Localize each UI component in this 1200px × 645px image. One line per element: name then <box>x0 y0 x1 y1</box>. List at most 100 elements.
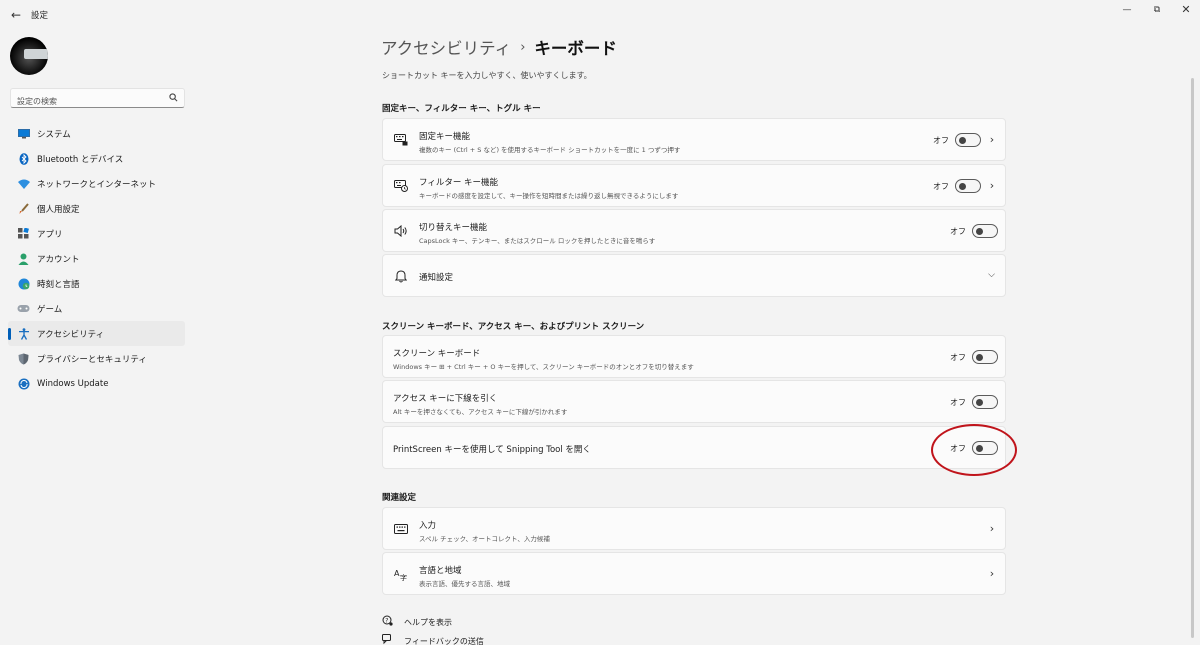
page-title: キーボード <box>534 39 617 58</box>
sidebar-item-accounts[interactable]: アカウント <box>8 246 185 271</box>
avatar[interactable] <box>10 37 48 75</box>
language-region-card[interactable]: A字 言語と地域 表示言語、優先する言語、地域 › <box>382 552 1006 595</box>
bell-icon <box>393 268 409 284</box>
toggle-keys-toggle[interactable] <box>972 224 998 238</box>
sidebar-item-label: システム <box>37 129 71 140</box>
sticky-keys-desc: 複数のキー (Ctrl + S など) を使用するキーボード ショートカットを一… <box>419 146 681 154</box>
input-settings-title: 入力 <box>419 521 437 531</box>
sidebar-item-system[interactable]: システム <box>8 121 185 146</box>
section-title-onscreen: スクリーン キーボード、アクセス キー、およびプリント スクリーン <box>382 322 645 332</box>
chevron-right-icon[interactable]: › <box>987 179 997 192</box>
maximize-button[interactable]: ⧉ <box>1145 3 1169 17</box>
sidebar-nav: システム Bluetooth とデバイス ネットワークとインターネット 個人用設… <box>8 121 185 396</box>
title-bar: ← 設定 — ⧉ ✕ <box>0 0 1200 30</box>
accessibility-icon <box>17 327 30 340</box>
chevron-right-icon: › <box>520 39 526 55</box>
shield-icon <box>17 352 30 365</box>
keyboard-lock-icon <box>393 132 409 148</box>
sticky-keys-toggle[interactable] <box>955 133 981 147</box>
sidebar-item-personalization[interactable]: 個人用設定 <box>8 196 185 221</box>
sidebar-item-label: アカウント <box>37 254 80 265</box>
wifi-icon <box>17 177 30 190</box>
update-icon <box>17 377 30 390</box>
page-description: ショートカット キーを入力しやすく、使いやすくします。 <box>382 71 592 80</box>
close-button[interactable]: ✕ <box>1174 3 1198 17</box>
printscreen-title: PrintScreen キーを使用して Snipping Tool を開く <box>393 445 591 455</box>
notification-settings-title: 通知設定 <box>419 273 454 283</box>
onscreen-keyboard-desc: Windows キー ⊞ + Ctrl キー + O キーを押して、スクリーン … <box>393 363 694 371</box>
keyboard-icon <box>393 521 409 537</box>
search-input[interactable] <box>11 92 161 111</box>
bluetooth-icon <box>17 152 30 165</box>
chevron-right-icon[interactable]: › <box>987 522 997 535</box>
language-icon: A字 <box>393 566 409 582</box>
help-link-label[interactable]: ヘルプを表示 <box>404 617 452 628</box>
toggle-keys-card[interactable]: 切り替えキー機能 CapsLock キー、テンキー、またはスクロール ロックを押… <box>382 209 1006 252</box>
toggle-state-label: オフ <box>933 136 949 145</box>
search-icon[interactable] <box>169 93 178 105</box>
printscreen-card[interactable]: PrintScreen キーを使用して Snipping Tool を開く オフ <box>382 426 1006 469</box>
svg-text:字: 字 <box>400 573 407 581</box>
onscreen-keyboard-card[interactable]: スクリーン キーボード Windows キー ⊞ + Ctrl キー + O キ… <box>382 335 1006 378</box>
toggle-state-label: オフ <box>933 182 949 191</box>
sidebar-item-windows-update[interactable]: Windows Update <box>8 371 185 396</box>
toggle-state-label: オフ <box>950 353 966 362</box>
highlight-annotation-ellipse <box>931 424 1017 476</box>
gamepad-icon <box>17 302 30 315</box>
input-settings-card[interactable]: 入力 スペル チェック、オートコレクト、入力候補 › <box>382 507 1006 550</box>
onscreen-keyboard-toggle[interactable] <box>972 350 998 364</box>
input-settings-desc: スペル チェック、オートコレクト、入力候補 <box>419 535 550 543</box>
filter-keys-card[interactable]: フィルター キー機能 キーボードの感度を設定して、キー操作を短時間または繰り返し… <box>382 164 1006 207</box>
sidebar-item-label: プライバシーとセキュリティ <box>37 354 147 365</box>
access-keys-toggle[interactable] <box>972 395 998 409</box>
chevron-down-icon[interactable]: ⌵ <box>988 270 995 280</box>
feedback-link[interactable]: フィードバックの送信 <box>382 634 484 645</box>
sidebar-item-label: アクセシビリティ <box>37 329 105 340</box>
access-keys-card[interactable]: アクセス キーに下線を引く Alt キーを押さなくても、アクセス キーに下線が引… <box>382 380 1006 423</box>
minimize-button[interactable]: — <box>1115 3 1139 17</box>
chevron-right-icon[interactable]: › <box>987 567 997 580</box>
toggle-keys-desc: CapsLock キー、テンキー、またはスクロール ロックを押したときに音を鳴ら… <box>419 237 656 245</box>
monitor-icon <box>17 127 30 140</box>
notification-settings-card[interactable]: 通知設定 ⌵ <box>382 254 1006 297</box>
language-region-desc: 表示言語、優先する言語、地域 <box>419 580 510 588</box>
sticky-keys-card[interactable]: 固定キー機能 複数のキー (Ctrl + S など) を使用するキーボード ショ… <box>382 118 1006 161</box>
sidebar-item-label: Windows Update <box>37 378 109 389</box>
filter-keys-desc: キーボードの感度を設定して、キー操作を短時間または繰り返し無視できるようにします <box>419 192 679 200</box>
feedback-icon <box>382 634 394 645</box>
sidebar-item-label: アプリ <box>37 229 63 240</box>
language-region-title: 言語と地域 <box>419 566 462 576</box>
sidebar-item-label: Bluetooth とデバイス <box>37 154 124 165</box>
sidebar-item-gaming[interactable]: ゲーム <box>8 296 185 321</box>
brush-icon <box>17 202 30 215</box>
sidebar-item-network[interactable]: ネットワークとインターネット <box>8 171 185 196</box>
help-icon: ? <box>382 615 394 629</box>
feedback-link-label[interactable]: フィードバックの送信 <box>404 636 484 645</box>
sidebar-item-accessibility[interactable]: アクセシビリティ <box>8 321 185 346</box>
toggle-state-label: オフ <box>950 398 966 407</box>
sticky-keys-title: 固定キー機能 <box>419 132 471 142</box>
sidebar-item-label: ネットワークとインターネット <box>37 179 157 190</box>
sidebar-item-apps[interactable]: アプリ <box>8 221 185 246</box>
back-arrow-icon[interactable]: ← <box>8 7 24 23</box>
toggle-state-label: オフ <box>950 227 966 236</box>
sidebar-item-label: 時刻と言語 <box>37 279 80 290</box>
breadcrumb-parent[interactable]: アクセシビリティ <box>381 35 511 59</box>
help-link[interactable]: ? ヘルプを表示 <box>382 615 452 629</box>
svg-text:?: ? <box>385 617 388 624</box>
scrollbar[interactable] <box>1191 78 1194 638</box>
section-title-related: 関連設定 <box>382 493 417 503</box>
search-box[interactable] <box>10 88 185 111</box>
sidebar-item-privacy[interactable]: プライバシーとセキュリティ <box>8 346 185 371</box>
section-title-toggle-keys: 固定キー、フィルター キー、トグル キー <box>382 104 541 114</box>
toggle-keys-title: 切り替えキー機能 <box>419 223 488 233</box>
sidebar-item-label: 個人用設定 <box>37 204 80 215</box>
sidebar-item-time-language[interactable]: 時刻と言語 <box>8 271 185 296</box>
chevron-right-icon[interactable]: › <box>987 133 997 146</box>
sidebar-item-bluetooth[interactable]: Bluetooth とデバイス <box>8 146 185 171</box>
clock-globe-icon <box>17 277 30 290</box>
filter-keys-toggle[interactable] <box>955 179 981 193</box>
access-keys-desc: Alt キーを押さなくても、アクセス キーに下線が引かれます <box>393 408 568 416</box>
sidebar-item-label: ゲーム <box>37 304 63 315</box>
speaker-icon <box>393 223 409 239</box>
